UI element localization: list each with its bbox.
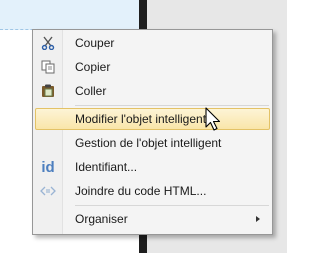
menu-item-paste[interactable]: Coller: [35, 80, 270, 102]
menu-item-label: Couper: [75, 36, 115, 50]
copy-icon: [38, 57, 58, 77]
menu-separator: [75, 205, 269, 206]
submenu-arrow-icon: [256, 216, 260, 222]
mouse-cursor-icon: [205, 107, 221, 131]
menu-item-label: Gestion de l'objet intelligent: [75, 136, 222, 150]
menu-item-edit-smart-object[interactable]: Modifier l'objet intelligent: [35, 108, 270, 130]
menu-separator: [75, 105, 269, 106]
canvas-selection-area: [0, 0, 140, 30]
id-icon: id: [41, 158, 55, 176]
menu-item-attach-html[interactable]: Joindre du code HTML...: [35, 180, 270, 202]
menu-item-label: Organiser: [75, 212, 128, 226]
html-code-icon: [38, 181, 58, 201]
menu-item-copy[interactable]: Copier: [35, 56, 270, 78]
menu-item-label: Joindre du code HTML...: [75, 184, 207, 198]
menu-item-identifier[interactable]: id Identifiant...: [35, 156, 270, 178]
menu-item-label: Copier: [75, 60, 111, 74]
menu-item-label: Coller: [75, 84, 107, 98]
menu-item-label: Modifier l'objet intelligent: [75, 112, 207, 126]
menu-item-manage-smart-object[interactable]: Gestion de l'objet intelligent: [35, 132, 270, 154]
menu-item-label: Identifiant...: [75, 160, 138, 174]
context-menu: Couper Copier Coller Modifier l'objet in…: [32, 29, 273, 235]
menu-item-cut[interactable]: Couper: [35, 32, 270, 54]
paste-icon: [38, 81, 58, 101]
scissors-icon: [38, 33, 58, 53]
menu-item-arrange[interactable]: Organiser: [35, 208, 270, 230]
